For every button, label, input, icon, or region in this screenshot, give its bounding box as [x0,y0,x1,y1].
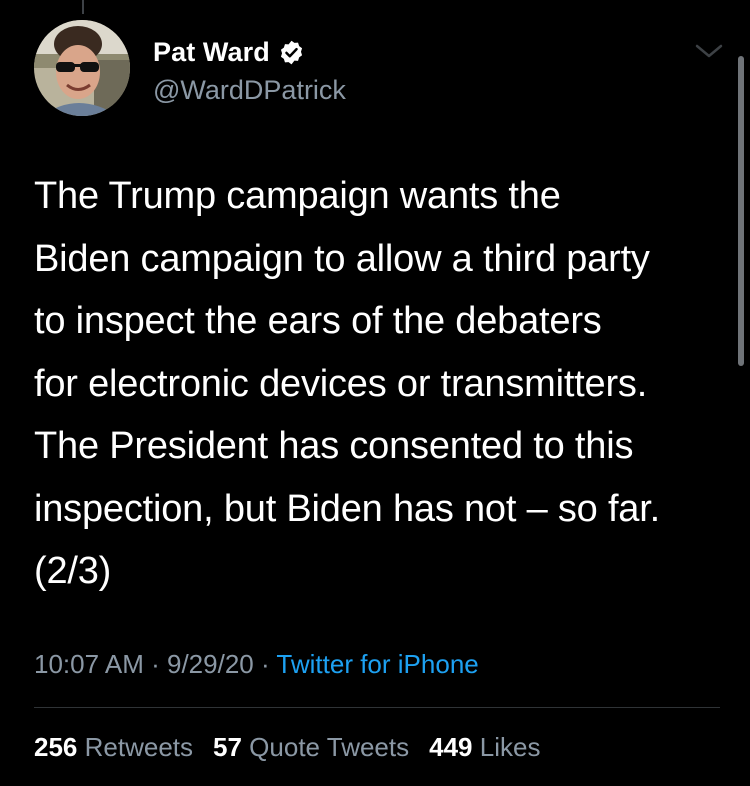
retweets-stat[interactable]: 256 Retweets [34,732,193,763]
quote-tweets-count: 57 [213,732,242,762]
tweet-time: 10:07 AM [34,649,144,679]
tweet-text: The Trump campaign wants the Biden campa… [34,175,660,592]
meta-separator: · [151,649,160,679]
retweets-label: Retweets [84,732,194,762]
tweet-date: 9/29/20 [167,649,254,679]
engagement-stats: 256 Retweets 57 Quote Tweets 449 Likes [34,732,540,763]
likes-stat[interactable]: 449 Likes [429,732,540,763]
likes-label: Likes [479,732,541,762]
display-name[interactable]: Pat Ward [153,37,270,68]
user-handle[interactable]: @WardDPatrick [153,75,346,106]
author-name-row[interactable]: Pat Ward [153,37,305,68]
quote-tweets-stat[interactable]: 57 Quote Tweets [213,732,409,763]
tweet-source-link[interactable]: Twitter for iPhone [276,649,478,679]
likes-count: 449 [429,732,473,762]
chevron-down-icon[interactable] [694,42,724,60]
scrollbar[interactable] [738,56,744,366]
thread-connector-line [82,0,84,14]
quote-tweets-label: Quote Tweets [249,732,410,762]
divider [34,707,720,708]
verified-badge-icon [278,39,305,66]
profile-photo-icon [34,20,130,116]
tweet-meta: 10:07 AM · 9/29/20 · Twitter for iPhone [34,649,479,680]
avatar[interactable] [34,20,130,116]
meta-separator: · [260,649,270,679]
retweets-count: 256 [34,732,78,762]
